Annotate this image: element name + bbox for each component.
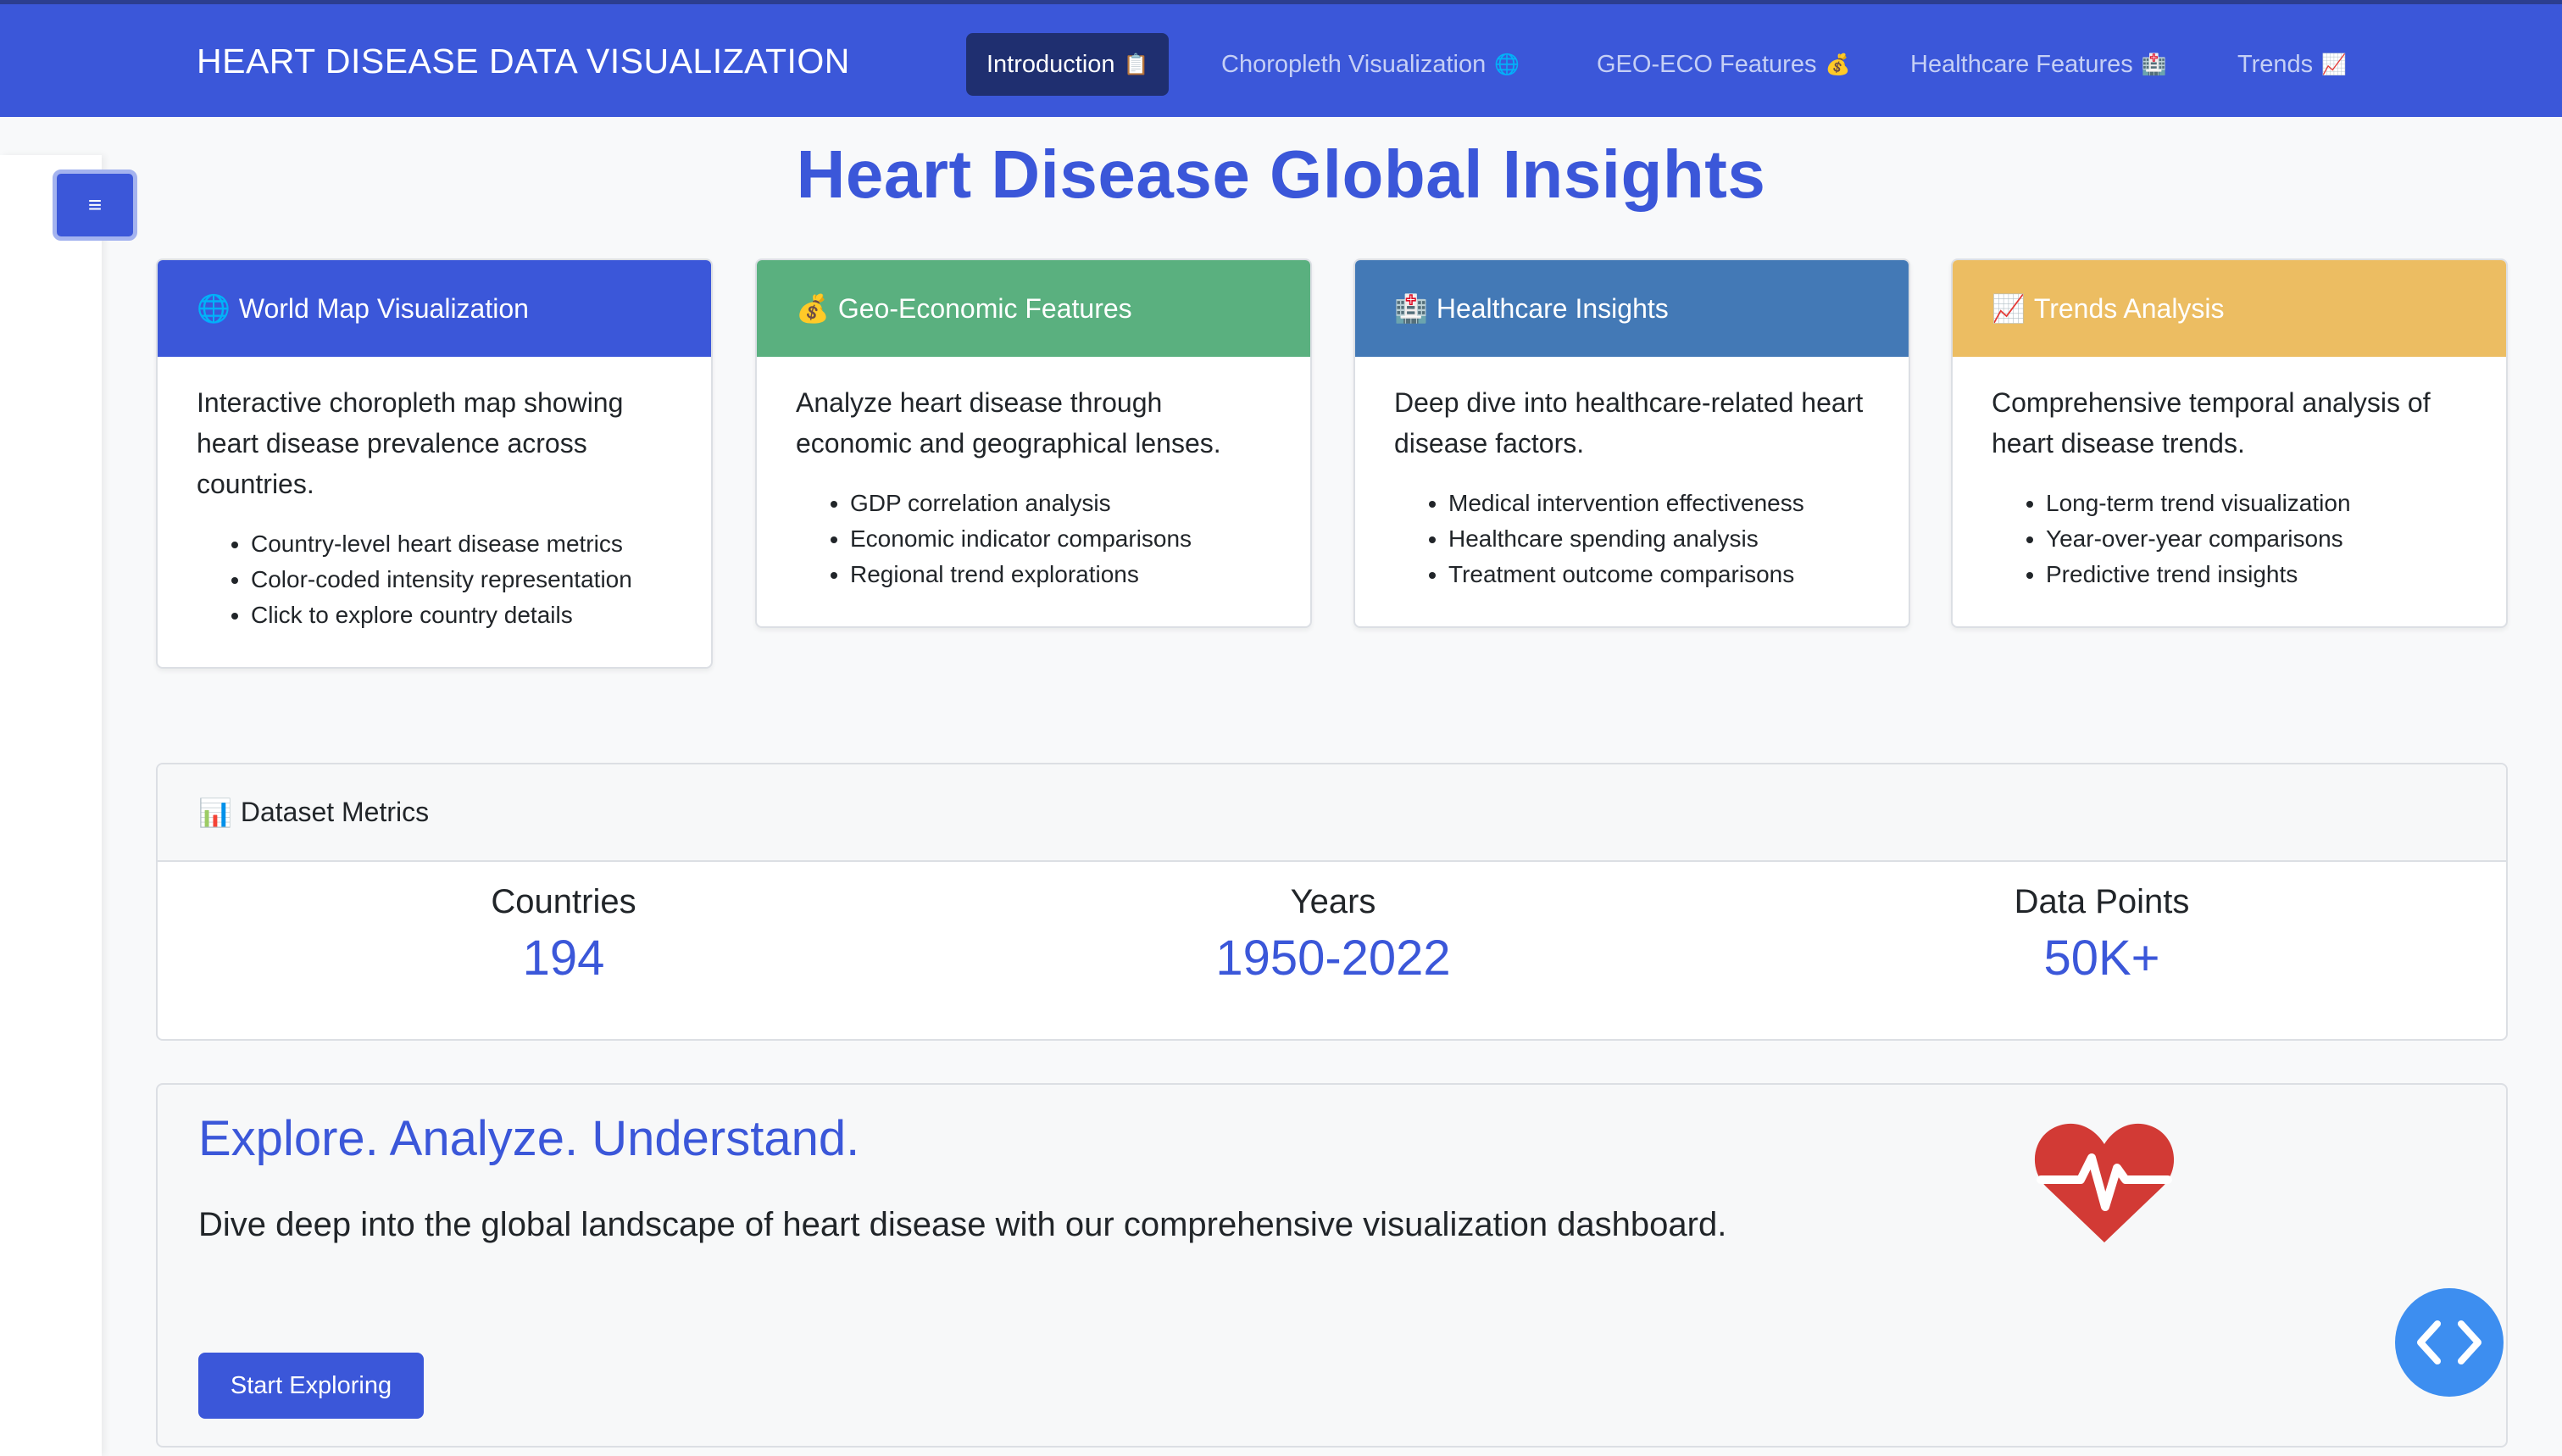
card-title: Geo-Economic Features (837, 292, 1132, 324)
nav-label: Introduction (986, 50, 1115, 78)
hero-title: Explore. Analyze. Understand. (198, 1111, 860, 1166)
metric-countries: Countries 194 (352, 883, 775, 986)
list-item: Country-level heart disease metrics (251, 526, 672, 562)
globe-icon: 🌐 (1494, 53, 1520, 76)
chart-increasing-icon: 📈 (2321, 53, 2348, 76)
brand-title[interactable]: HEART DISEASE DATA VISUALIZATION (197, 42, 850, 81)
hero-text: Dive deep into the global landscape of h… (198, 1206, 1727, 1243)
card-header: 📈 Trends Analysis (1953, 260, 2506, 357)
hospital-icon: 🏥 (2141, 53, 2167, 76)
card-title: Trends Analysis (2033, 292, 2225, 324)
chart-increasing-icon: 📈 (1992, 293, 2026, 324)
list-item: Color-coded intensity representation (251, 562, 672, 597)
nav-choropleth[interactable]: Choropleth Visualization 🌐 (1201, 33, 1540, 96)
list-item: Healthcare spending analysis (1448, 521, 1870, 557)
card-bullet-list: Long-term trend visualization Year-over-… (1992, 486, 2467, 592)
metric-label: Data Points (2014, 883, 2190, 920)
top-navbar: HEART DISEASE DATA VISUALIZATION Introdu… (0, 0, 2562, 117)
globe-icon: 🌐 (197, 293, 231, 324)
list-item: Click to explore country details (251, 597, 672, 633)
metric-value: 194 (522, 931, 605, 986)
list-item: Treatment outcome comparisons (1448, 557, 1870, 592)
nav-label: Healthcare Features (1910, 50, 2133, 78)
clipboard-icon: 📋 (1123, 53, 1149, 76)
hero-panel: Explore. Analyze. Understand. Dive deep … (156, 1083, 2508, 1448)
metric-label: Years (1290, 883, 1376, 920)
card-description: Analyze heart disease through economic a… (796, 387, 1221, 458)
nav-label: GEO-ECO Features (1597, 50, 1817, 78)
list-item: Medical intervention effectiveness (1448, 486, 1870, 521)
list-item: Regional trend explorations (850, 557, 1271, 592)
card-bullet-list: Medical intervention effectiveness Healt… (1394, 486, 1870, 592)
nav-healthcare[interactable]: Healthcare Features 🏥 (1890, 33, 2187, 96)
metric-years: Years 1950-2022 (1121, 883, 1545, 986)
metric-label: Countries (491, 883, 636, 920)
card-bullet-list: Country-level heart disease metrics Colo… (197, 526, 672, 633)
card-healthcare: 🏥 Healthcare Insights Deep dive into hea… (1353, 258, 1910, 628)
hospital-icon: 🏥 (1394, 293, 1428, 324)
list-item: Year-over-year comparisons (2046, 521, 2467, 557)
nav-geo-eco[interactable]: GEO-ECO Features 💰 (1576, 33, 1870, 96)
card-title: Healthcare Insights (1436, 292, 1669, 324)
start-exploring-button[interactable]: Start Exploring (198, 1353, 424, 1419)
code-view-button[interactable] (2395, 1288, 2504, 1397)
card-trends: 📈 Trends Analysis Comprehensive temporal… (1951, 258, 2508, 628)
card-description: Interactive choropleth map showing heart… (197, 387, 624, 499)
card-geo-economic: 💰 Geo-Economic Features Analyze heart di… (755, 258, 1312, 628)
card-header: 💰 Geo-Economic Features (757, 260, 1310, 357)
nav-label: Choropleth Visualization (1221, 50, 1487, 78)
list-item: Long-term trend visualization (2046, 486, 2467, 521)
card-title: World Map Visualization (238, 292, 529, 324)
code-icon (2417, 1320, 2481, 1364)
card-description: Comprehensive temporal analysis of heart… (1992, 387, 2431, 458)
list-item: GDP correlation analysis (850, 486, 1271, 521)
sidebar (0, 155, 102, 1456)
bar-chart-icon: 📊 (198, 797, 232, 828)
list-item: Predictive trend insights (2046, 557, 2467, 592)
metric-value: 1950-2022 (1215, 931, 1451, 986)
card-header: 🌐 World Map Visualization (158, 260, 711, 357)
metric-value: 50K+ (2043, 931, 2160, 986)
nav-trends[interactable]: Trends 📈 (2217, 33, 2367, 96)
card-description: Deep dive into healthcare-related heart … (1394, 387, 1864, 458)
metrics-title: Dataset Metrics (240, 797, 430, 827)
card-world-map: 🌐 World Map Visualization Interactive ch… (156, 258, 713, 669)
card-header: 🏥 Healthcare Insights (1355, 260, 1909, 357)
money-bag-icon: 💰 (796, 293, 830, 324)
heart-pulse-icon (2034, 1123, 2175, 1242)
dataset-metrics-panel: 📊 Dataset Metrics Countries 194 Years 19… (156, 763, 2508, 1041)
list-item: Economic indicator comparisons (850, 521, 1271, 557)
nav-label: Trends (2237, 50, 2314, 78)
nav-introduction[interactable]: Introduction 📋 (966, 33, 1170, 96)
metrics-header: 📊 Dataset Metrics (158, 764, 2506, 862)
metric-data-points: Data Points 50K+ (1890, 883, 2314, 986)
card-bullet-list: GDP correlation analysis Economic indica… (796, 486, 1271, 592)
money-bag-icon: 💰 (1825, 53, 1851, 76)
page-title: Heart Disease Global Insights (796, 136, 1766, 212)
